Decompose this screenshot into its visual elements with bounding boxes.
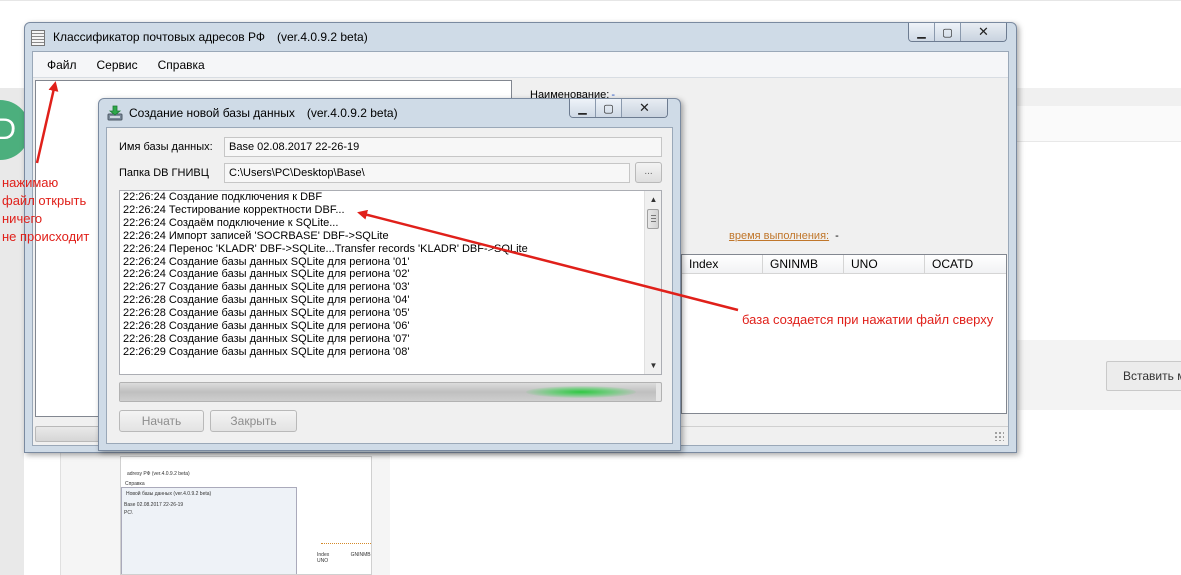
main-window-title: Классификатор почтовых адресов РФ (ver.4.… [53,30,368,44]
column-gninmb[interactable]: GNINMB [763,255,844,273]
maximize-button[interactable]: ▢ [935,23,961,41]
menubar: Файл Сервис Справка [33,52,1008,78]
log-lines: 22:26:24 Создание подключения к DBF 22:26… [123,191,648,359]
exec-time-link[interactable]: время выполнения: [729,230,829,242]
annotation-left-line: нажимаю [2,175,59,190]
log-line: 22:26:27 Создание базы данных SQLite для… [123,281,410,294]
dialog-title: Создание новой базы данных (ver.4.0.9.2 b… [129,106,398,120]
log-line: 22:26:28 Создание базы данных SQLite для… [123,307,410,320]
database-download-icon [107,105,123,121]
list-icon [31,30,45,46]
create-progress-bar [119,382,662,402]
main-caption-buttons: ▁ ▢ ✕ [908,23,1007,42]
db-name-label: Имя базы данных: [119,141,213,153]
dialog-close-button[interactable]: ✕ [622,99,667,117]
log-line: 22:26:24 Создаём подключение к SQLite... [123,216,339,229]
dialog-title-version: (ver.4.0.9.2 beta) [306,106,398,120]
dialog-client-area: Имя базы данных: Base 02.08.2017 22-26-1… [106,127,673,444]
main-window-titlebar[interactable]: Классификатор почтовых адресов РФ (ver.4.… [25,23,1016,51]
log-listbox[interactable]: 22:26:24 Создание подключения к DBF 22:26… [119,190,662,375]
progress-glow [525,386,636,398]
dialog-titlebar[interactable]: Создание новой базы данных (ver.4.0.9.2 b… [99,99,680,127]
folder-label: Папка DB ГНИВЦ [119,167,209,179]
bg-screenshot-thumbnail[interactable]: adresy РФ (ver.4.0.9.2 beta) Справка Нов… [120,456,372,575]
dialog-title-text: Создание новой базы данных [129,106,295,120]
minimize-button[interactable]: ▁ [909,23,935,41]
log-line: 22:26:24 Создание базы данных SQLite для… [123,268,410,281]
results-grid[interactable]: Index GNINMB UNO OCATD [681,254,1007,414]
close-button[interactable]: ✕ [961,23,1006,41]
log-scrollbar[interactable]: ▲ ▼ [644,191,661,374]
log-line: 22:26:28 Создание базы данных SQLite для… [123,294,410,307]
main-title-text: Классификатор почтовых адресов РФ [53,30,265,44]
log-line: 22:26:24 Создание подключения к DBF [123,191,323,203]
main-status-bar [673,426,1008,442]
browse-folder-button[interactable]: ... [635,162,662,183]
start-button[interactable]: Начать [119,410,204,432]
thumb-col: GNINMB [350,552,371,558]
log-line: 22:26:24 Создание базы данных SQLite для… [123,255,410,268]
annotation-left-line: ничего [2,211,43,226]
column-ocatd[interactable]: OCATD [925,255,1006,273]
annotation-left-line: файл открыть [2,193,87,208]
thumb-col: UNO [317,558,329,564]
log-line: 22:26:24 Перенос 'KLADR' DBF->SQLite...T… [123,242,528,255]
create-db-dialog: Создание новой базы данных (ver.4.0.9.2 b… [98,98,681,451]
close-dialog-button[interactable]: Закрыть [210,410,297,432]
log-line: 22:26:24 Импорт записей 'SOCRBASE' DBF->… [123,229,389,242]
thumb-title: adresy РФ (ver.4.0.9.2 beta) [127,471,190,477]
bg-left-bar [0,88,24,575]
thumb-dialog: Новой базы данных (ver.4.0.9.2 beta) Bas… [121,487,297,574]
main-title-version: (ver.4.0.9.2 beta) [276,30,368,44]
db-name-row: Имя базы данных: Base 02.08.2017 22-26-1… [119,137,662,157]
column-index[interactable]: Index [682,255,763,273]
menu-service[interactable]: Сервис [97,58,138,72]
bg-top-divider [0,0,1181,1]
log-line: 22:26:29 Создание базы данных SQLite для… [123,345,410,358]
grid-header: Index GNINMB UNO OCATD [682,255,1006,274]
scroll-thumb[interactable] [647,209,659,229]
menu-help[interactable]: Справка [158,58,205,72]
thumb-orange-line [321,543,371,544]
annotation-right: база создается при нажатии файл сверху [742,312,994,327]
log-line: 22:26:24 Тестирование корректности DBF..… [123,203,345,216]
scroll-down-icon[interactable]: ▼ [645,357,661,374]
thumb-dialog-title: Новой базы данных (ver.4.0.9.2 beta) [126,491,212,497]
dialog-maximize-button[interactable]: ▢ [596,99,622,117]
thumb-folder: PC\ [124,510,133,516]
folder-field[interactable]: C:\Users\PC\Desktop\Base\ [224,163,630,183]
bg-paste-button[interactable]: Вставить м [1106,361,1181,391]
bg-band [1016,88,1181,106]
exec-time-value: - [835,230,839,242]
column-uno[interactable]: UNO [844,255,925,273]
menu-file[interactable]: Файл [47,58,77,72]
log-line: 22:26:28 Создание базы данных SQLite для… [123,332,410,345]
annotation-left-line: не происходит [2,229,90,244]
scroll-up-icon[interactable]: ▲ [645,191,661,208]
folder-row: Папка DB ГНИВЦ C:\Users\PC\Desktop\Base\ [119,163,630,183]
exec-time: время выполнения: - [729,230,839,242]
dialog-minimize-button[interactable]: ▁ [570,99,596,117]
dialog-caption-buttons: ▁ ▢ ✕ [569,99,668,118]
resize-grip-icon[interactable] [994,431,1004,441]
log-line: 22:26:28 Создание базы данных SQLite для… [123,320,410,333]
thumb-grid-header: Index GNINMB UNO [297,552,371,564]
annotation-left: нажимаю файл открыть ничего не происходи… [2,174,89,246]
thumb-db-name: Base 02.08.2017 22-26-19 [124,502,184,508]
db-name-field[interactable]: Base 02.08.2017 22-26-19 [224,137,662,157]
bg-band-secondary [1016,106,1181,142]
